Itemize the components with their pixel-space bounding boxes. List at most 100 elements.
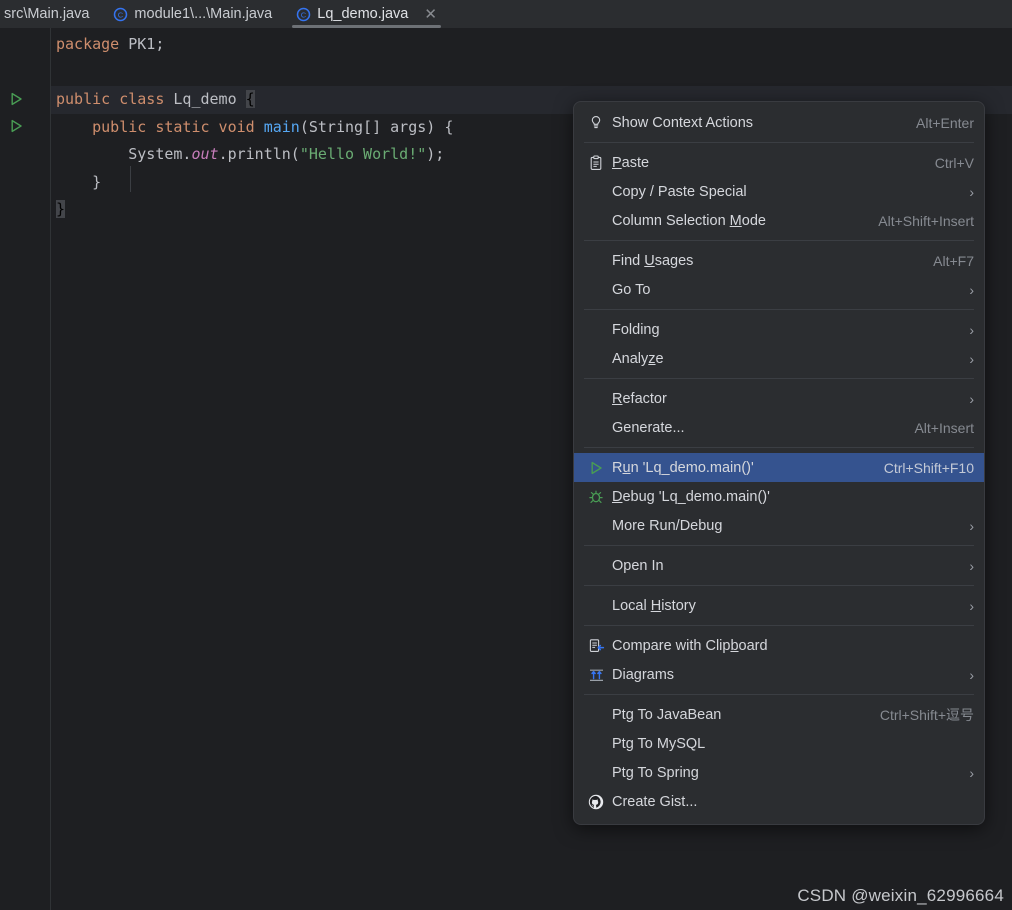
code-token: Lq_demo <box>173 90 246 108</box>
menu-item-label: Find Usages <box>612 252 694 269</box>
chevron-right-icon: › <box>969 557 974 574</box>
chevron-right-icon: › <box>969 350 974 367</box>
chevron-right-icon: › <box>969 321 974 338</box>
menu-item-label: Column Selection Mode <box>612 212 766 229</box>
menu-separator <box>584 625 974 626</box>
menu-item-folding[interactable]: Folding › <box>574 315 984 344</box>
code-line[interactable]: package PK1; <box>51 31 1012 59</box>
svg-text:C: C <box>301 10 307 19</box>
editor-tab[interactable]: Cmodule1\...\Main.java <box>101 0 284 28</box>
menu-item-shortcut: Alt+Insert <box>914 419 974 436</box>
github-icon <box>586 793 606 811</box>
menu-item-no-icon <box>586 764 606 782</box>
java-class-icon: C <box>113 7 128 22</box>
menu-separator <box>584 240 974 241</box>
menu-item-no-icon <box>586 183 606 201</box>
menu-separator <box>584 378 974 379</box>
menu-item-label: Compare with Clipboard <box>612 637 768 654</box>
menu-item-run-lq-demo-main[interactable]: Run 'Lq_demo.main()' Ctrl+Shift+F10 <box>574 453 984 482</box>
menu-item-ptg-to-spring[interactable]: Ptg To Spring › <box>574 758 984 787</box>
menu-item-ptg-to-mysql[interactable]: Ptg To MySQL <box>574 729 984 758</box>
code-token: System. <box>56 145 192 163</box>
menu-item-no-icon <box>586 735 606 753</box>
menu-item-generate[interactable]: Generate... Alt+Insert <box>574 413 984 442</box>
menu-separator <box>584 309 974 310</box>
menu-item-compare-with-clipboard[interactable]: Compare with Clipboard <box>574 631 984 660</box>
menu-item-shortcut: Ctrl+Shift+F10 <box>883 459 974 476</box>
lightbulb-icon <box>586 114 606 132</box>
menu-item-no-icon <box>586 419 606 437</box>
editor-tab-label: src\Main.java <box>4 6 90 22</box>
menu-item-create-gist[interactable]: Create Gist... <box>574 787 984 816</box>
compare-clipboard-icon <box>586 637 606 655</box>
menu-item-label: Debug 'Lq_demo.main()' <box>612 488 770 505</box>
menu-item-shortcut: Alt+F7 <box>933 252 974 269</box>
code-token: { <box>245 90 255 108</box>
chevron-right-icon: › <box>969 281 974 298</box>
chevron-right-icon: › <box>969 666 974 683</box>
menu-item-label: Ptg To Spring <box>612 764 699 781</box>
menu-item-copy-paste-special[interactable]: Copy / Paste Special › <box>574 177 984 206</box>
code-token: } <box>56 172 102 191</box>
menu-item-label: Run 'Lq_demo.main()' <box>612 459 754 476</box>
ide-window: src\Main.java Cmodule1\...\Main.java C Lq_d… <box>0 0 1012 910</box>
menu-item-no-icon <box>586 706 606 724</box>
editor-gutter[interactable] <box>0 28 51 910</box>
debug-icon <box>586 488 606 506</box>
menu-item-label: Ptg To JavaBean <box>612 706 722 723</box>
menu-item-no-icon <box>586 597 606 615</box>
editor-tab-label: module1\...\Main.java <box>134 6 273 22</box>
chevron-right-icon: › <box>969 517 974 534</box>
menu-item-label: Refactor <box>612 390 667 407</box>
code-token: "Hello World!" <box>299 145 427 163</box>
code-token: .println( <box>218 145 300 163</box>
menu-separator <box>584 142 974 143</box>
menu-item-analyze[interactable]: Analyze › <box>574 344 984 373</box>
menu-separator <box>584 694 974 695</box>
menu-separator <box>584 447 974 448</box>
run-method-gutter-icon[interactable] <box>8 118 22 133</box>
menu-item-no-icon <box>586 212 606 230</box>
menu-item-shortcut: Ctrl+V <box>934 154 974 171</box>
menu-item-column-selection-mode[interactable]: Column Selection Mode Alt+Shift+Insert <box>574 206 984 235</box>
code-line[interactable] <box>51 59 1012 87</box>
code-token: ); <box>426 145 445 163</box>
code-token: public static void <box>56 117 264 136</box>
menu-item-no-icon <box>586 281 606 299</box>
menu-item-label: Go To <box>612 281 651 298</box>
menu-item-shortcut: Alt+Shift+Insert <box>878 212 974 229</box>
editor-context-menu[interactable]: Show Context Actions Alt+Enter Paste Ctrl+V… <box>573 101 985 825</box>
menu-item-no-icon <box>586 321 606 339</box>
editor-tab[interactable]: C Lq_demo.java ✕ <box>284 0 449 28</box>
editor-tab[interactable]: src\Main.java <box>0 0 101 28</box>
menu-separator <box>584 585 974 586</box>
code-token: String[] args <box>308 117 427 136</box>
java-class-icon: C <box>296 7 311 22</box>
diagram-icon <box>586 666 606 684</box>
run-class-gutter-icon[interactable] <box>8 91 22 106</box>
menu-item-show-context-actions[interactable]: Show Context Actions Alt+Enter <box>574 108 984 137</box>
menu-item-ptg-to-javabean[interactable]: Ptg To JavaBean Ctrl+Shift+逗号 <box>574 700 984 729</box>
menu-separator <box>584 545 974 546</box>
code-token: } <box>56 200 66 218</box>
code-token: ) { <box>426 117 454 136</box>
code-token: main <box>263 117 300 136</box>
menu-item-label: Open In <box>612 557 664 574</box>
menu-item-diagrams[interactable]: Diagrams › <box>574 660 984 689</box>
menu-item-no-icon <box>586 252 606 270</box>
menu-item-refactor[interactable]: Refactor › <box>574 384 984 413</box>
menu-item-more-run-debug[interactable]: More Run/Debug › <box>574 511 984 540</box>
menu-item-label: Create Gist... <box>612 793 698 810</box>
menu-item-debug-lq-demo-main[interactable]: Debug 'Lq_demo.main()' <box>574 482 984 511</box>
menu-item-find-usages[interactable]: Find Usages Alt+F7 <box>574 246 984 275</box>
menu-item-paste[interactable]: Paste Ctrl+V <box>574 148 984 177</box>
editor-tab-label: Lq_demo.java <box>317 6 409 22</box>
menu-item-local-history[interactable]: Local History › <box>574 591 984 620</box>
chevron-right-icon: › <box>969 183 974 200</box>
tab-close-icon[interactable]: ✕ <box>424 7 437 22</box>
menu-item-label: Local History <box>612 597 696 614</box>
menu-item-no-icon <box>586 557 606 575</box>
menu-item-go-to[interactable]: Go To › <box>574 275 984 304</box>
menu-item-no-icon <box>586 517 606 535</box>
menu-item-open-in[interactable]: Open In › <box>574 551 984 580</box>
